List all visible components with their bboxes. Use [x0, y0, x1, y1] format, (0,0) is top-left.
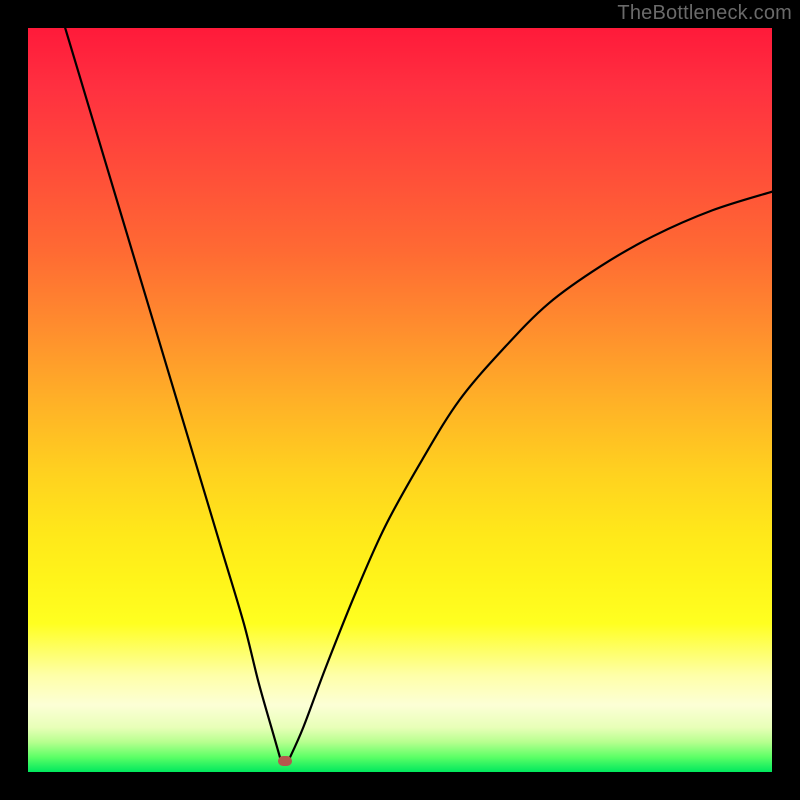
plot-area — [28, 28, 772, 772]
curve-right-branch — [288, 192, 772, 761]
bottleneck-curve — [28, 28, 772, 772]
curve-left-branch — [65, 28, 281, 761]
watermark-text: TheBottleneck.com — [617, 2, 792, 25]
optimum-marker — [278, 756, 292, 766]
chart-frame: TheBottleneck.com — [0, 0, 800, 800]
